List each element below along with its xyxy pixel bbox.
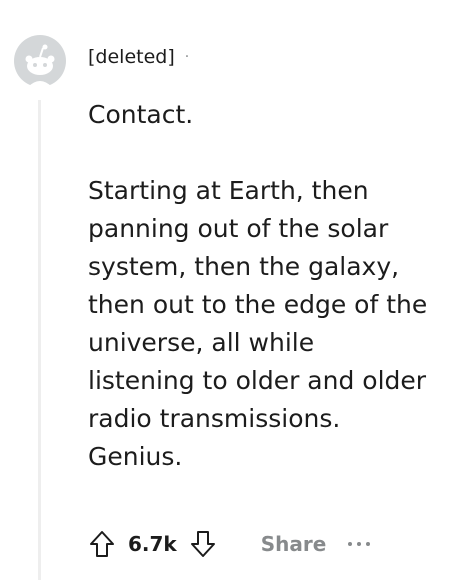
snoo-avatar-icon (14, 35, 66, 87)
comment-header: [deleted] · (88, 46, 189, 68)
share-button[interactable]: Share (261, 532, 327, 556)
downvote-button[interactable] (189, 529, 217, 559)
comment-paragraph: Starting at Earth, then panning out of t… (88, 176, 428, 471)
author-name[interactable]: [deleted] (88, 46, 175, 68)
comment-paragraph: Contact. (88, 100, 194, 129)
more-options-icon (348, 542, 353, 546)
more-options-icon (366, 542, 371, 546)
vote-score: 6.7k (128, 532, 177, 556)
more-options-button[interactable] (348, 542, 371, 546)
downvote-arrow-icon (190, 531, 215, 557)
avatar[interactable] (14, 35, 66, 87)
more-options-icon (357, 542, 362, 546)
upvote-button[interactable] (88, 529, 116, 559)
comment-body: Contact. Starting at Earth, then panning… (88, 96, 428, 476)
comment-actions: 6.7k Share (88, 522, 371, 566)
upvote-arrow-icon (90, 531, 114, 557)
thread-line[interactable] (38, 100, 41, 580)
separator-dot: · (184, 49, 190, 65)
